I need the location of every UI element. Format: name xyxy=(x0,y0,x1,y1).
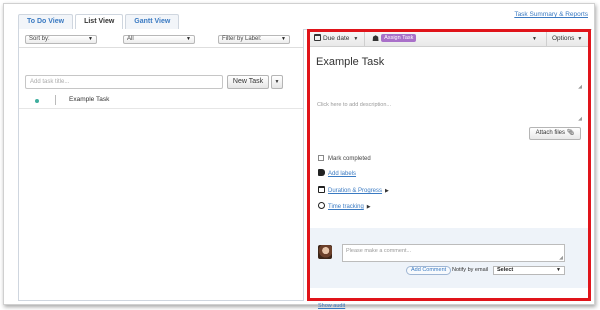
due-date-label: Due date xyxy=(323,35,350,42)
comment-section: Please make a comment... ◢ Add Comment N… xyxy=(310,228,588,288)
triangle-right-icon[interactable]: ▶ xyxy=(385,188,389,194)
options-label: Options xyxy=(552,35,575,42)
toolbar-separator xyxy=(546,32,547,46)
chevron-down-icon: ▼ xyxy=(353,36,359,42)
resize-grip-icon[interactable]: ◢ xyxy=(578,84,582,90)
attach-files-button[interactable]: Attach files 📎︎ xyxy=(529,127,581,140)
paperclip-icon: 📎︎ xyxy=(566,130,575,136)
task-row[interactable]: Example Task xyxy=(19,93,303,109)
task-title-field[interactable]: Example Task ◢ xyxy=(316,56,582,90)
filter-divider xyxy=(19,47,303,48)
task-detail-pane: Due date ▼ ☗ Assign Task ▼ Options ▼ Exampl… xyxy=(307,29,591,309)
task-row-divider xyxy=(19,108,303,109)
options-button[interactable]: Options ▼ xyxy=(552,32,582,46)
new-task-button[interactable]: New Task xyxy=(227,75,269,89)
mark-completed-checkbox[interactable] xyxy=(318,155,324,161)
notify-select[interactable]: Select ▼ xyxy=(493,266,565,275)
label-icon xyxy=(318,169,325,176)
scope-label: All xyxy=(127,36,134,42)
task-drag-handle xyxy=(55,95,56,105)
show-audit-link[interactable]: Show audit xyxy=(318,303,345,309)
resize-grip-icon[interactable]: ◢ xyxy=(559,255,563,261)
triangle-right-icon[interactable]: ▶ xyxy=(367,204,371,210)
filter-by-label-select[interactable]: Filter by Label: ▼ xyxy=(218,35,290,44)
sort-by-label: Sort by: xyxy=(29,36,50,42)
mark-completed-row: Mark completed xyxy=(318,154,371,164)
chevron-down-icon: ▼ xyxy=(281,36,286,42)
task-list-pane: Sort by: ▼ All ▼ Filter by Label: ▼ Add … xyxy=(18,29,304,301)
description-field[interactable]: Click here to add description... ◢ xyxy=(316,94,582,122)
attach-files-label: Attach files xyxy=(535,130,566,136)
duration-row: Duration & Progress ▶ xyxy=(318,186,389,196)
window-frame: Task Summary & Reports To Do View List V… xyxy=(3,3,595,309)
clock-icon xyxy=(318,202,325,209)
notify-select-value: Select xyxy=(497,267,514,273)
add-labels-link[interactable]: Add labels xyxy=(328,171,356,177)
filter-by-label-text: Filter by Label: xyxy=(222,36,262,42)
chevron-down-icon: ▼ xyxy=(556,267,561,273)
add-comment-button[interactable]: Add Comment xyxy=(406,266,452,275)
chevron-down-icon: ▼ xyxy=(274,79,280,85)
chevron-down-icon: ▼ xyxy=(186,36,191,42)
task-app: Task Summary & Reports To Do View List V… xyxy=(18,11,592,309)
filter-bar: Sort by: ▼ All ▼ Filter by Label: ▼ xyxy=(23,33,299,44)
description-placeholder: Click here to add description... xyxy=(317,102,391,108)
duration-icon xyxy=(318,186,325,193)
sort-by-select[interactable]: Sort by: ▼ xyxy=(25,35,97,44)
toolbar-separator xyxy=(364,32,365,46)
time-tracking-row: Time tracking ▶ xyxy=(318,202,371,212)
task-title: Example Task xyxy=(316,56,385,68)
add-task-input[interactable]: Add task title... xyxy=(25,75,223,89)
task-status-dot xyxy=(35,99,39,103)
duration-progress-link[interactable]: Duration & Progress xyxy=(328,188,382,194)
view-tabs: To Do View List View Gantt View xyxy=(18,14,181,30)
chevron-down-icon: ▼ xyxy=(88,36,93,42)
task-name: Example Task xyxy=(69,96,110,103)
new-task-dropdown-button[interactable]: ▼ xyxy=(271,75,283,89)
task-summary-link[interactable]: Task Summary & Reports xyxy=(514,11,588,18)
add-labels-row: Add labels xyxy=(318,169,356,179)
due-date-button[interactable]: Due date ▼ xyxy=(314,32,358,46)
tab-gantt-view[interactable]: Gantt View xyxy=(125,14,180,29)
avatar xyxy=(318,245,332,259)
time-tracking-link[interactable]: Time tracking xyxy=(328,204,364,210)
chevron-down-icon: ▼ xyxy=(577,36,583,42)
comment-input[interactable]: Please make a comment... ◢ xyxy=(342,244,565,262)
resize-grip-icon[interactable]: ◢ xyxy=(578,116,582,122)
comment-placeholder: Please make a comment... xyxy=(346,248,412,254)
notify-by-email-label: Notify by email xyxy=(452,267,489,273)
assign-task-badge: Assign Task xyxy=(381,34,417,42)
calendar-icon xyxy=(314,34,321,41)
assign-dropdown[interactable]: ▼ xyxy=(532,32,537,46)
scope-select[interactable]: All ▼ xyxy=(123,35,195,44)
tab-to-do-view[interactable]: To Do View xyxy=(18,14,74,29)
chevron-down-icon: ▼ xyxy=(532,36,537,42)
detail-toolbar: Due date ▼ ☗ Assign Task ▼ Options ▼ xyxy=(310,32,588,47)
tab-list-view[interactable]: List View xyxy=(75,14,124,30)
tag-icon: ☗ xyxy=(372,34,380,43)
assign-task-button[interactable]: ☗ Assign Task xyxy=(372,32,417,46)
mark-completed-label: Mark completed xyxy=(328,156,371,162)
